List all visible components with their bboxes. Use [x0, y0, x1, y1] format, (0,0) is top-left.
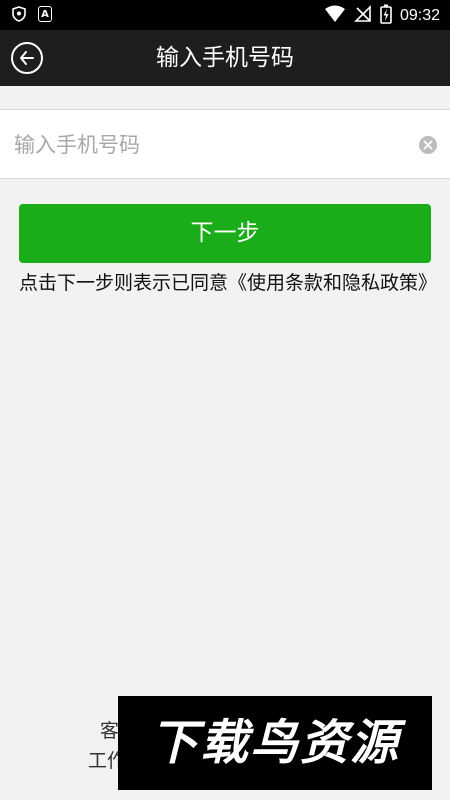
watermark-text: 下载鸟资源	[149, 715, 400, 771]
wifi-icon	[324, 5, 346, 27]
agreement-text[interactable]: 点击下一步则表示已同意《使用条款和隐私政策》	[19, 271, 437, 296]
phone-number-input[interactable]	[12, 110, 406, 180]
shield-icon	[12, 6, 26, 26]
status-left-icons: A	[12, 6, 52, 26]
status-bar: A 09:32	[0, 0, 450, 30]
a-icon: A	[38, 6, 52, 22]
status-right-icons: 09:32	[324, 4, 440, 28]
next-step-button[interactable]: 下一步	[19, 204, 431, 263]
watermark-overlay: 下载鸟资源	[118, 696, 432, 790]
phone-input-row	[0, 109, 450, 180]
page-title: 输入手机号码	[156, 45, 294, 71]
status-time: 09:32	[399, 7, 440, 24]
battery-charging-icon	[380, 4, 392, 28]
title-bar: 输入手机号码	[0, 30, 450, 86]
clear-input-button[interactable]	[419, 136, 437, 154]
no-signal-icon	[354, 5, 372, 27]
